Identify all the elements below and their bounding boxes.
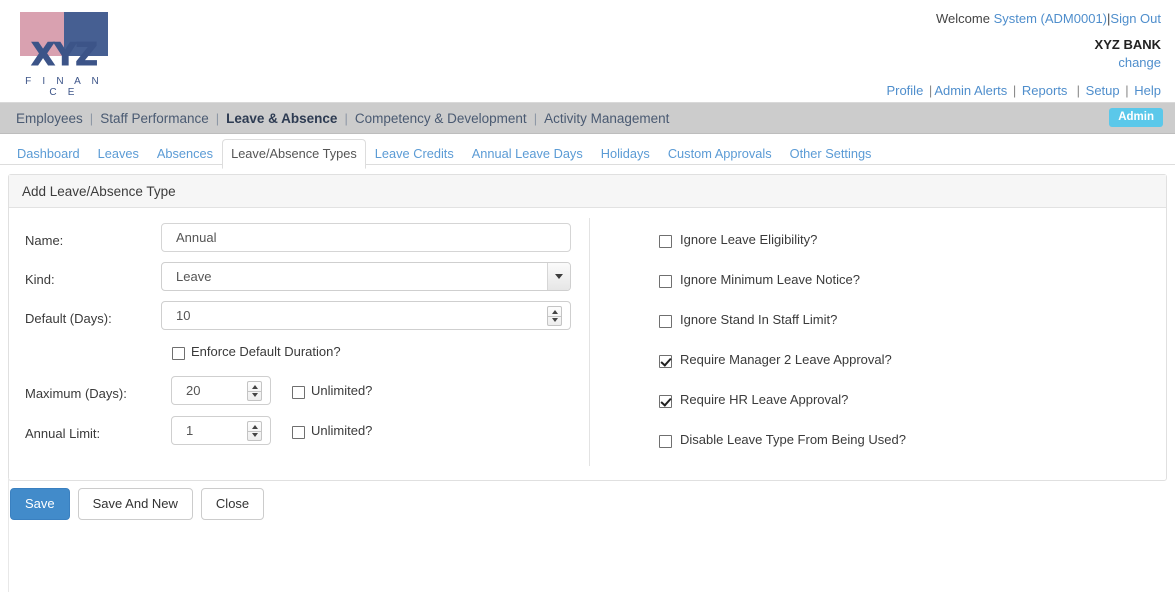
- header-link-admin-alerts[interactable]: Admin Alerts: [934, 83, 1007, 98]
- nav-sep-1: |: [89, 111, 94, 126]
- name-label: Name:: [25, 233, 64, 248]
- annual-unlimited-label: Unlimited?: [311, 423, 373, 438]
- annual-limit-field[interactable]: 1: [171, 416, 271, 445]
- admin-role-badge[interactable]: Admin: [1109, 108, 1163, 127]
- ignore-leave-eligibility-checkbox[interactable]: [659, 235, 672, 248]
- logo-wordmark: XYZ: [31, 37, 99, 73]
- header-link-profile[interactable]: Profile: [886, 83, 923, 98]
- current-user-link[interactable]: System (ADM0001): [994, 11, 1107, 26]
- logo-tagline: F I N A N C E: [25, 76, 103, 98]
- bank-name: XYZ BANK: [1094, 37, 1161, 52]
- tab-annual-leave-days[interactable]: Annual Leave Days: [463, 139, 592, 169]
- welcome-label: Welcome: [936, 11, 990, 26]
- enforce-default-duration-checkbox[interactable]: [172, 347, 185, 360]
- form-panel: Add Leave/Absence Type Name: Kind: Leave…: [8, 174, 1167, 481]
- ignore-leave-eligibility-label: Ignore Leave Eligibility?: [680, 232, 818, 247]
- main-navigation: Employees | Staff Performance | Leave & Abse…: [0, 103, 1175, 134]
- kind-label: Kind:: [25, 272, 55, 287]
- page-root: XYZ F I N A N C E Welcome System (ADM000…: [0, 0, 1175, 592]
- ignore-stand-in-staff-limit-checkbox[interactable]: [659, 315, 672, 328]
- close-button[interactable]: Close: [200, 488, 265, 520]
- nav-item-competency-development[interactable]: Competency & Development: [351, 111, 531, 126]
- sign-out-link[interactable]: Sign Out: [1110, 11, 1161, 26]
- tab-leaves[interactable]: Leaves: [89, 139, 148, 169]
- require-manager-2-leave-approval-checkbox[interactable]: [659, 355, 672, 368]
- ignore-stand-in-staff-limit-label: Ignore Stand In Staff Limit?: [680, 312, 838, 327]
- require-manager-2-leave-approval-label: Require Manager 2 Leave Approval?: [680, 352, 892, 367]
- disable-leave-type-checkbox[interactable]: [659, 435, 672, 448]
- form-actions: Save Save And New Close: [10, 488, 272, 520]
- tab-absences[interactable]: Absences: [148, 139, 222, 169]
- ignore-minimum-leave-notice-label: Ignore Minimum Leave Notice?: [680, 272, 860, 287]
- header-link-setup[interactable]: Setup: [1086, 83, 1120, 98]
- ignore-minimum-leave-notice-checkbox[interactable]: [659, 275, 672, 288]
- save-and-new-button[interactable]: Save And New: [77, 488, 193, 520]
- welcome-line: Welcome System (ADM0001)|Sign Out: [886, 12, 1161, 25]
- save-button[interactable]: Save: [10, 488, 70, 520]
- require-hr-leave-approval-checkbox[interactable]: [659, 395, 672, 408]
- tab-dashboard[interactable]: Dashboard: [8, 139, 89, 169]
- panel-body: Name: Kind: Leave Default (Days): 10: [9, 208, 1166, 480]
- annual-limit-label: Annual Limit:: [25, 426, 101, 441]
- page-header: XYZ F I N A N C E Welcome System (ADM000…: [0, 0, 1175, 103]
- tab-holidays[interactable]: Holidays: [592, 139, 659, 169]
- maximum-unlimited-checkbox[interactable]: [292, 386, 305, 399]
- kind-select[interactable]: Leave: [161, 262, 571, 291]
- hdr-sep-3: |: [1069, 83, 1084, 98]
- tab-other-settings[interactable]: Other Settings: [781, 139, 881, 169]
- company-logo: XYZ F I N A N C E: [20, 12, 108, 98]
- maximum-days-value: 20: [186, 383, 201, 398]
- tab-custom-approvals[interactable]: Custom Approvals: [659, 139, 781, 169]
- header-link-help[interactable]: Help: [1134, 83, 1161, 98]
- maximum-days-field[interactable]: 20: [171, 376, 271, 405]
- default-days-label: Default (Days):: [25, 311, 112, 326]
- nav-item-employees[interactable]: Employees: [12, 111, 87, 126]
- kind-select-value: Leave: [176, 269, 212, 284]
- header-link-reports[interactable]: Reports: [1022, 83, 1068, 98]
- enforce-default-duration-label: Enforce Default Duration?: [191, 344, 341, 359]
- panel-title: Add Leave/Absence Type: [9, 175, 1166, 208]
- hdr-sep-2: |: [1009, 83, 1020, 98]
- default-days-value: 10: [176, 308, 191, 323]
- chevron-down-icon[interactable]: [547, 263, 570, 290]
- maximum-days-stepper[interactable]: [247, 381, 262, 401]
- name-input[interactable]: [161, 223, 571, 252]
- header-links: Profile | Admin Alerts | Reports | Setup …: [886, 84, 1161, 97]
- default-days-field[interactable]: 10: [161, 301, 571, 330]
- nav-item-leave-absence[interactable]: Leave & Absence: [222, 111, 341, 126]
- nav-item-activity-management[interactable]: Activity Management: [540, 111, 673, 126]
- nav-sep-3: |: [344, 111, 348, 126]
- hdr-sep-1: |: [925, 83, 933, 98]
- column-divider: [589, 218, 590, 466]
- nav-item-staff-performance[interactable]: Staff Performance: [96, 111, 213, 126]
- tab-leave-absence-types[interactable]: Leave/Absence Types: [222, 139, 366, 169]
- annual-limit-stepper[interactable]: [247, 421, 262, 441]
- default-days-stepper[interactable]: [547, 306, 562, 326]
- annual-limit-value: 1: [186, 423, 194, 438]
- maximum-days-label: Maximum (Days):: [25, 386, 127, 401]
- disable-leave-type-label: Disable Leave Type From Being Used?: [680, 432, 906, 447]
- change-bank-link[interactable]: change: [1118, 55, 1161, 70]
- tab-leave-credits[interactable]: Leave Credits: [366, 139, 463, 169]
- header-right-block: Welcome System (ADM0001)|Sign Out XYZ BA…: [886, 12, 1161, 97]
- sub-tab-bar: Dashboard Leaves Absences Leave/Absence Typ…: [0, 134, 1175, 169]
- content-left-edge: [8, 478, 9, 592]
- maximum-unlimited-label: Unlimited?: [311, 383, 373, 398]
- hdr-sep-4: |: [1121, 83, 1133, 98]
- nav-sep-2: |: [215, 111, 220, 126]
- nav-sep-4: |: [533, 111, 538, 126]
- require-hr-leave-approval-label: Require HR Leave Approval?: [680, 392, 849, 407]
- annual-unlimited-checkbox[interactable]: [292, 426, 305, 439]
- change-bank-row: change: [886, 56, 1161, 69]
